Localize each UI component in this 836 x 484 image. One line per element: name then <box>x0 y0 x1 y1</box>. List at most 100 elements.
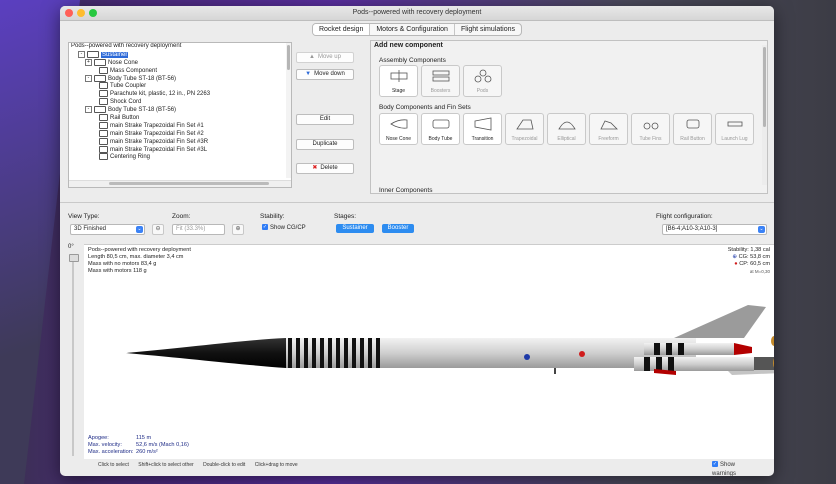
tree-item[interactable]: main Strake Trapezoidal Fin Set #1 <box>69 121 291 130</box>
tree-item[interactable]: Parachute kit, plastic, 12 in., PN 2263 <box>69 90 291 98</box>
duplicate-button[interactable]: Duplicate <box>296 139 354 150</box>
move-down-button[interactable]: ▼ Move down <box>296 69 354 80</box>
elliptical-icon <box>548 117 585 131</box>
component-label: Tube Fins <box>639 136 662 142</box>
motor-nozzle-1 <box>754 357 774 370</box>
rail-button-component-button[interactable]: Rail Button <box>673 113 712 145</box>
stage-sustainer-button[interactable]: Sustainer <box>336 224 374 233</box>
chevron-down-icon: ⌄ <box>758 226 765 233</box>
tree-vertical-scrollbar[interactable] <box>286 43 291 178</box>
tree-item[interactable]: Pods--powered with recovery deployment <box>69 43 291 51</box>
lower-pod <box>634 357 754 371</box>
pods-component-button[interactable]: Pods <box>463 65 502 97</box>
tree-item-label: Mass Component <box>110 67 158 74</box>
tree-item[interactable]: main Strake Trapezoidal Fin Set #3R <box>69 137 291 146</box>
tree-expander-icon[interactable]: - <box>85 74 92 82</box>
rotation-slider[interactable]: 0° <box>66 242 80 460</box>
delete-button[interactable]: ✖ Delete <box>296 163 354 174</box>
tree-item[interactable]: Tube Coupler <box>69 82 291 90</box>
flight-config-select[interactable]: [B6-4;A10-3;A10-3] ⌄ <box>662 224 767 235</box>
edit-button[interactable]: Edit <box>296 114 354 125</box>
tube-fins-icon <box>632 117 669 131</box>
tree-horizontal-scrollbar[interactable] <box>69 180 291 187</box>
split-divider[interactable] <box>60 202 774 203</box>
tree-item-label: Nose Cone <box>108 59 139 66</box>
tree-item[interactable]: main Strake Trapezoidal Fin Set #2 <box>69 129 291 138</box>
mass-with-motors: Mass with motors 118 g <box>88 268 147 274</box>
add-panel-scrollbar[interactable] <box>762 45 767 185</box>
trapezoidal-component-button[interactable]: Trapezoidal <box>505 113 544 145</box>
show-cgcp-label: Show CG/CP <box>270 225 306 231</box>
motor-mount-2 <box>771 336 774 346</box>
move-up-button[interactable]: ▲ Move up <box>296 52 354 63</box>
tree-item[interactable]: Centering Ring <box>69 153 291 161</box>
boosters-icon <box>422 69 459 83</box>
tree-item-label: main Strake Trapezoidal Fin Set #1 <box>110 122 204 129</box>
rotation-handle[interactable] <box>69 254 79 262</box>
component-label: Freeform <box>598 136 619 142</box>
tree-expander-icon[interactable]: - <box>85 106 92 114</box>
tree-item[interactable]: - Body Tube ST-18 (BT-56) <box>69 74 291 83</box>
nose-cone-component-button[interactable]: Nose Cone <box>379 113 418 145</box>
zoom-in-button[interactable]: ⊕ <box>232 224 244 235</box>
tube-fins-component-button[interactable]: Tube Fins <box>631 113 670 145</box>
zoom-select[interactable]: Fit (33.3%) <box>172 224 225 235</box>
zoom-value: Fit (33.3%) <box>176 226 206 232</box>
status-bar: Click to select Shift+click to select ot… <box>66 461 770 476</box>
view-type-select[interactable]: 3D Finished ⌄ <box>70 224 145 235</box>
cp-value: CP: 60,5 cm <box>739 261 770 267</box>
body-tube-component-button[interactable]: Body Tube <box>421 113 460 145</box>
component-label: Transition <box>471 136 494 142</box>
body-section-title: Body Components and Fin Sets <box>379 104 471 111</box>
component-label: Boosters <box>430 88 451 94</box>
tree-item[interactable]: + Nose Cone <box>69 58 291 67</box>
tree-item-label: Rail Button <box>110 115 140 122</box>
zoom-out-icon: ⊖ <box>155 226 161 232</box>
mass-icon <box>99 66 108 74</box>
freeform-component-button[interactable]: Freeform <box>589 113 628 145</box>
stage-booster-button[interactable]: Booster <box>382 224 414 233</box>
rail-button-icon <box>99 114 108 122</box>
tree-item[interactable]: Shock Cord <box>69 98 291 106</box>
tree-item[interactable]: main Strake Trapezoidal Fin Set #3L <box>69 145 291 154</box>
move-up-label: Move up <box>317 54 341 60</box>
elliptical-component-button[interactable]: Elliptical <box>547 113 586 145</box>
tree-item-label: Sustainer <box>101 51 129 58</box>
tab-motors-configuration[interactable]: Motors & Configuration <box>370 24 455 35</box>
component-tree[interactable]: Pods--powered with recovery deployment - S… <box>68 42 292 188</box>
tree-expander-icon[interactable]: - <box>78 50 85 58</box>
component-label: Stage <box>391 88 406 94</box>
checkmark-icon: ✓ <box>262 224 268 231</box>
close-window-button[interactable] <box>65 9 73 17</box>
tree-expander-icon[interactable]: + <box>85 58 92 66</box>
rocket-figure-view[interactable]: Pods--powered with recovery deployment L… <box>84 244 774 459</box>
tree-item-label: Pods--powered with recovery deployment <box>71 43 182 49</box>
stability-value: Stability: 1,38 cal <box>727 247 770 253</box>
rail-button-icon <box>674 117 711 131</box>
stage-component-button[interactable]: Stage <box>379 65 418 97</box>
ring-icon <box>99 153 108 161</box>
transition-component-button[interactable]: Transition <box>463 113 502 145</box>
minimize-window-button[interactable] <box>77 9 85 17</box>
window-title: Pods--powered with recovery deployment <box>352 9 482 16</box>
assembly-section-title: Assembly Components <box>379 57 446 64</box>
show-warnings-checkbox[interactable]: ✓ Show warnings <box>712 461 762 476</box>
maximize-window-button[interactable] <box>89 9 97 17</box>
title-bar: Pods--powered with recovery deployment <box>60 6 774 21</box>
tab-flight-simulations[interactable]: Flight simulations <box>455 24 521 35</box>
tree-item[interactable]: Mass Component <box>69 66 291 75</box>
coupler-icon <box>99 82 108 90</box>
tree-item[interactable]: Rail Button <box>69 114 291 122</box>
launch-lug-component-button[interactable]: Launch Lug <box>715 113 754 145</box>
launch-lug-icon <box>716 117 753 131</box>
tab-rocket-design[interactable]: Rocket design <box>312 24 371 35</box>
tree-item[interactable]: - Body Tube ST-18 (BT-56) <box>69 106 291 114</box>
rotation-track <box>72 256 74 456</box>
mass-no-motors: Mass with no motors 83,4 g <box>88 261 157 267</box>
tree-item-label: Centering Ring <box>110 154 151 161</box>
tree-item[interactable]: - Sustainer <box>69 50 291 59</box>
show-cgcp-checkbox[interactable]: ✓ Show CG/CP <box>262 224 306 233</box>
boosters-component-button[interactable]: Boosters <box>421 65 460 97</box>
arrow-up-icon: ▲ <box>309 54 315 60</box>
zoom-out-button[interactable]: ⊖ <box>152 224 164 235</box>
